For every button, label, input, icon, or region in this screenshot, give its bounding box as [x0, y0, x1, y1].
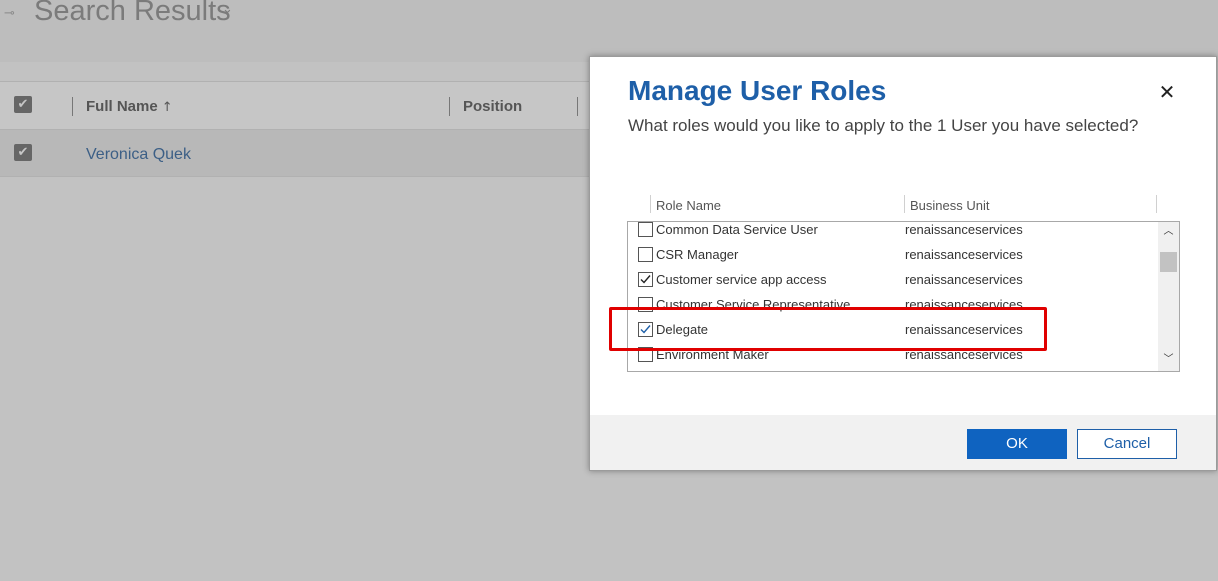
cancel-button[interactable]: Cancel: [1077, 429, 1177, 459]
list-item[interactable]: Customer service app access renaissances…: [628, 270, 1158, 295]
pin-icon[interactable]: ⊸: [4, 6, 15, 21]
list-item[interactable]: CSR Manager renaissanceservices: [628, 245, 1158, 270]
select-all-checkbox[interactable]: ✔: [14, 96, 32, 113]
checkmark-icon: [640, 275, 651, 284]
chevron-down-icon[interactable]: ﹀: [1158, 352, 1179, 368]
page-header: ⊸ Search Results ⌄: [0, 0, 1218, 62]
scroll-thumb[interactable]: [1160, 252, 1177, 272]
table-row[interactable]: ✔ Veronica Quek: [0, 130, 600, 177]
column-header-role-name[interactable]: Role Name: [656, 198, 721, 213]
arrow-up-icon: ↑: [161, 100, 173, 115]
role-business-unit: renaissanceservices: [905, 247, 1023, 262]
column-separator: [72, 97, 73, 116]
column-separator: [650, 195, 651, 213]
column-header-full-name[interactable]: Full Name ↑: [86, 98, 173, 115]
highlight-annotation: [609, 307, 1047, 351]
roles-scrollbar[interactable]: ︿ ﹀: [1158, 222, 1179, 371]
manage-user-roles-dialog: Manage User Roles What roles would you l…: [589, 56, 1217, 471]
column-header-position[interactable]: Position: [463, 98, 522, 115]
dialog-subtitle: What roles would you like to apply to th…: [628, 116, 1139, 135]
column-header-business-unit[interactable]: Business Unit: [910, 198, 989, 213]
role-business-unit: renaissanceservices: [905, 272, 1023, 287]
page-title: Search Results: [34, 0, 231, 27]
role-checkbox[interactable]: [638, 247, 653, 262]
role-name: Customer service app access: [656, 272, 827, 287]
column-header-label: Full Name: [86, 98, 158, 115]
column-separator: [904, 195, 905, 213]
grid-header-row: ✔ Full Name ↑ Position: [0, 81, 600, 130]
list-item[interactable]: Common Data Service User renaissanceserv…: [628, 222, 1158, 245]
role-checkbox-checked[interactable]: [638, 272, 653, 287]
role-name: Common Data Service User: [656, 222, 818, 237]
role-business-unit: renaissanceservices: [905, 222, 1023, 237]
chevron-up-icon[interactable]: ︿: [1158, 224, 1179, 240]
role-checkbox[interactable]: [638, 222, 653, 237]
row-checkbox[interactable]: ✔: [14, 144, 32, 161]
role-name: CSR Manager: [656, 247, 739, 262]
user-link[interactable]: Veronica Quek: [86, 146, 191, 164]
column-separator: [577, 97, 578, 116]
dialog-title: Manage User Roles: [628, 75, 887, 106]
chevron-down-icon[interactable]: ⌄: [222, 2, 233, 17]
column-separator: [449, 97, 450, 116]
dialog-footer: OK Cancel: [590, 415, 1216, 470]
column-separator: [1156, 195, 1157, 213]
ok-button[interactable]: OK: [967, 429, 1067, 459]
close-icon[interactable]: ✕: [1156, 81, 1178, 103]
results-grid: ✔ Full Name ↑ Position ✔ Veronica Quek: [0, 81, 600, 177]
